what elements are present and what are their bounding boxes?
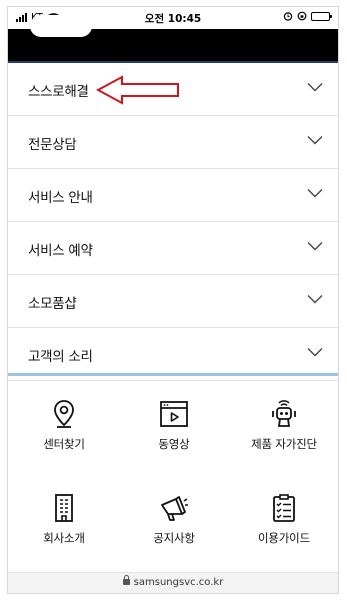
red-arrow-annotation <box>96 75 179 105</box>
chevron-down-icon[interactable] <box>307 82 323 92</box>
status-right <box>283 11 332 21</box>
browser-url-bar[interactable]: samsungsvc.co.kr <box>8 572 338 593</box>
quick-link-video[interactable]: 동영상 <box>119 398 229 452</box>
rotation-lock-icon <box>297 11 307 21</box>
menu-item-service-booking[interactable]: 서비스 예약 <box>8 222 338 275</box>
header-band <box>8 15 338 61</box>
menu-item-service-guide[interactable]: 서비스 안내 <box>8 169 338 222</box>
menu-item-label: 전문상담 <box>28 137 77 153</box>
quick-link-label: 회사소개 <box>43 531 85 545</box>
menu-item-label: 서비스 안내 <box>28 190 93 206</box>
chevron-down-icon[interactable] <box>307 135 323 145</box>
menu-item-label: 스스로해결 <box>28 84 89 100</box>
quick-link-center-finder[interactable]: 센터찾기 <box>9 398 119 452</box>
alarm-icon <box>283 12 293 21</box>
quick-link-label: 동영상 <box>158 437 190 451</box>
menu-item-parts-shop[interactable]: 소모품샵 <box>8 275 338 328</box>
quick-link-guide[interactable]: 이용가이드 <box>229 492 338 546</box>
megaphone-icon <box>161 496 188 521</box>
chevron-down-icon[interactable] <box>307 241 323 251</box>
menu-item-consultation[interactable]: 전문상담 <box>8 116 338 169</box>
robot-diagnosis-icon <box>272 400 296 427</box>
header-pill <box>30 15 92 37</box>
building-icon <box>55 494 73 522</box>
quick-link-self-diagnosis[interactable]: 제품 자가진단 <box>229 398 338 452</box>
menu-item-self-help[interactable]: 스스로해결 <box>8 63 338 116</box>
chevron-down-icon[interactable] <box>307 188 323 198</box>
accordion-menu: 스스로해결 전문상담 서비스 안내 서비스 예약 소모품샵 고객의 소리 <box>8 63 338 381</box>
phone-screen: KT 오전 10:45 <box>7 6 339 594</box>
phone-frame: KT 오전 10:45 <box>0 0 347 600</box>
menu-item-label: 서비스 예약 <box>28 243 93 259</box>
url-text: samsungsvc.co.kr <box>133 577 224 588</box>
chevron-down-icon[interactable] <box>307 294 323 304</box>
quick-link-notices[interactable]: 공지사항 <box>119 492 229 546</box>
video-player-icon <box>160 401 188 427</box>
location-pin-icon <box>54 400 74 428</box>
battery-icon <box>311 11 332 21</box>
quick-links-grid: 센터찾기 동영상 제품 자가진단 회사소개 공지사항 이용가이드 <box>8 384 338 584</box>
chevron-down-icon[interactable] <box>307 347 323 357</box>
menu-item-label: 소모품샵 <box>28 296 77 312</box>
section-divider <box>8 373 338 376</box>
quick-link-label: 이용가이드 <box>258 531 310 545</box>
quick-link-label: 공지사항 <box>153 531 195 545</box>
lock-icon <box>122 575 130 585</box>
menu-item-label: 고객의 소리 <box>28 349 93 365</box>
checklist-icon <box>273 494 295 522</box>
quick-link-company[interactable]: 회사소개 <box>9 492 119 546</box>
quick-link-label: 센터찾기 <box>43 437 85 451</box>
quick-link-label: 제품 자가진단 <box>251 437 317 451</box>
